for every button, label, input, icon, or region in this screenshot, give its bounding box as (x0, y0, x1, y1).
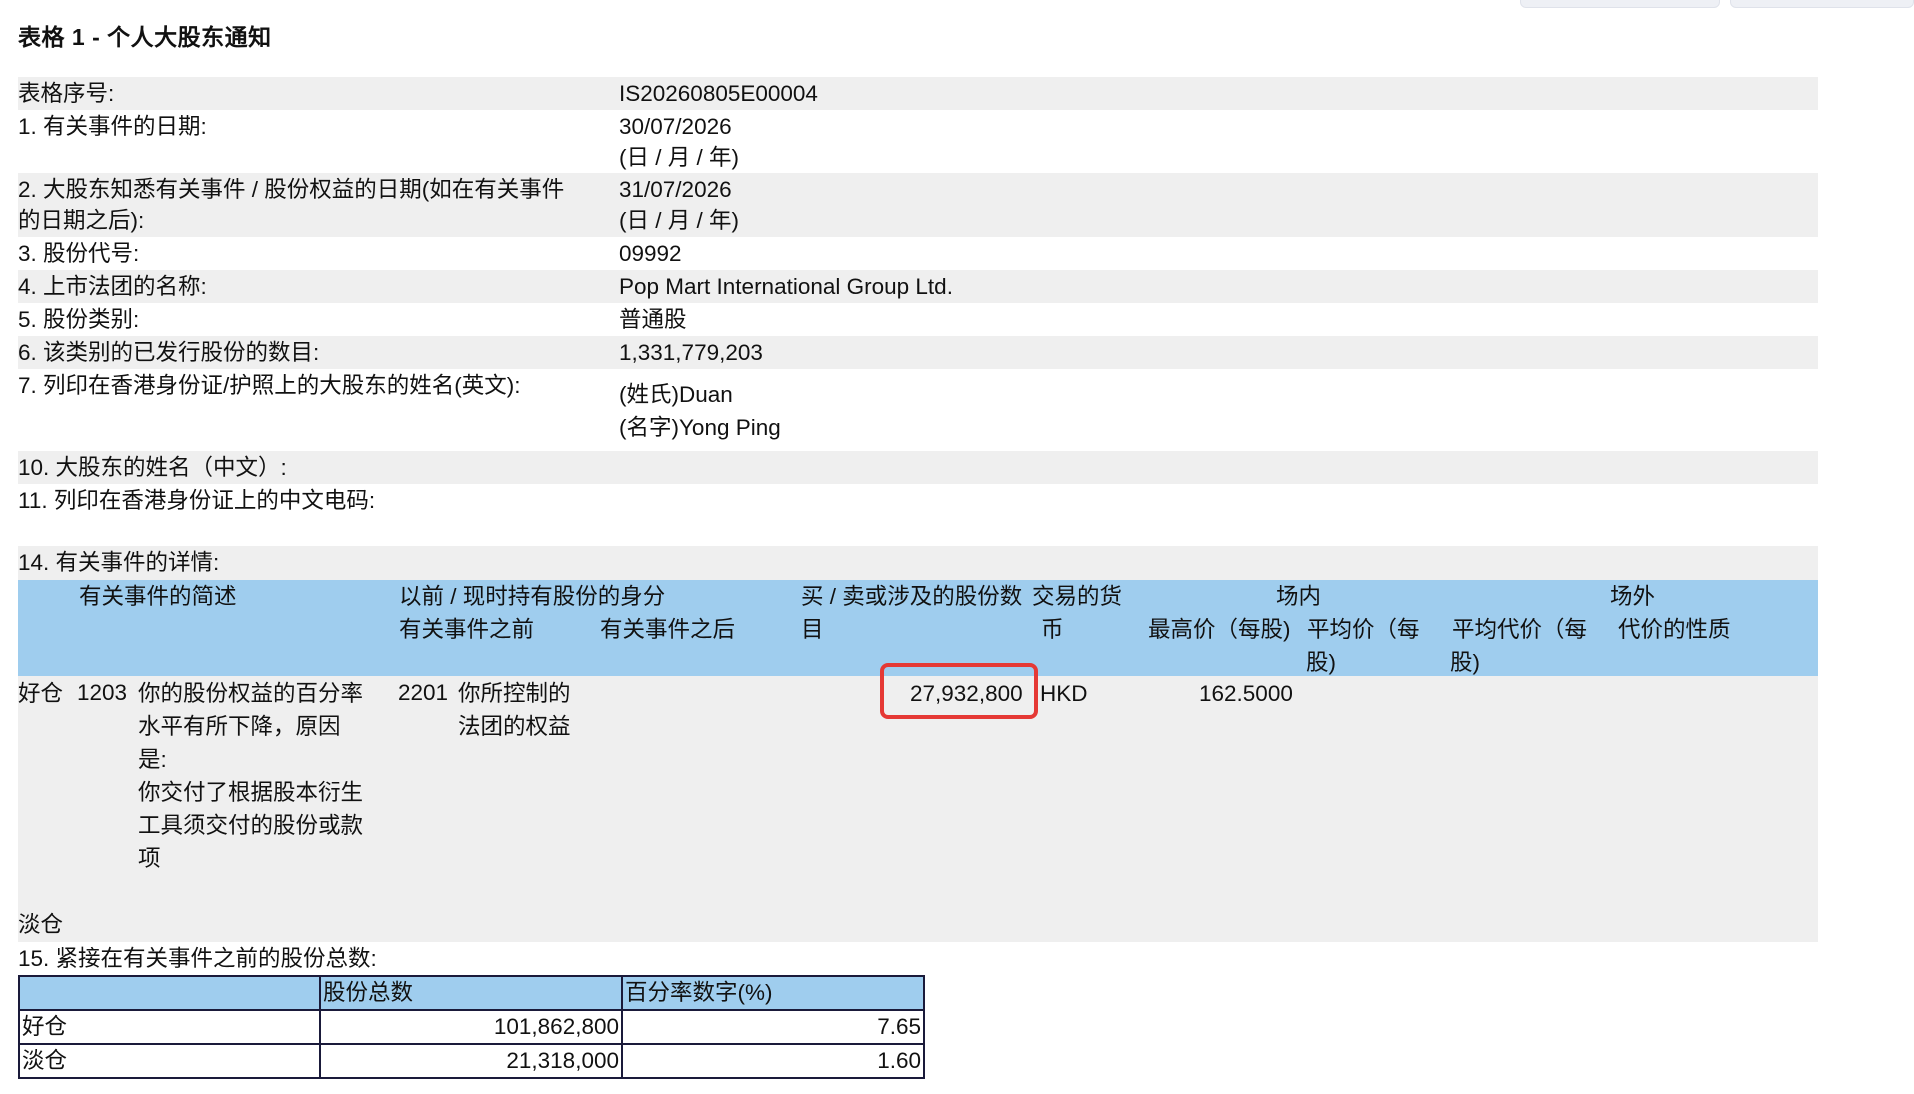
capacity-text-line: 法团的权益 (458, 714, 571, 739)
field-label: 1. 有关事件的日期: (18, 114, 207, 139)
field-value: 30/07/2026 (619, 114, 732, 139)
field-label: 表格序号: (18, 81, 115, 106)
col-average-price: 平均价（每 (1307, 617, 1420, 642)
col-currency-cont: 币 (1041, 617, 1064, 642)
date-format-hint: (日 / 月 / 年) (619, 208, 739, 233)
field-share-class: 5. 股份类别: 普通股 (18, 303, 1818, 336)
field-corp-name: 4. 上市法团的名称: Pop Mart International Group… (18, 270, 1818, 303)
col-num-shares-cont: 目 (801, 617, 824, 642)
totals-pct: 1.60 (621, 1043, 925, 1079)
col-average-consideration: 平均代价（每 (1452, 617, 1588, 642)
page: 表格 1 - 个人大股东通知 表格序号: IS20260805E00004 1.… (0, 0, 1914, 1094)
field-issued-shares: 6. 该类别的已发行股份的数目: 1,331,779,203 (18, 336, 1818, 369)
totals-header-row: 股份总数 百分率数字(%) (18, 975, 925, 1011)
field-value: 09992 (619, 241, 682, 266)
field-event-date: 1. 有关事件的日期: 30/07/2026 (日 / 月 / 年) (18, 110, 1818, 173)
page-title: 表格 1 - 个人大股东通知 (18, 24, 272, 50)
field-label: 3. 股份代号: (18, 241, 140, 266)
field-cn-code: 11. 列印在香港身份证上的中文电码: (18, 484, 1818, 544)
totals-col-pct: 百分率数字(%) (621, 975, 925, 1011)
totals-shares: 101,862,800 (319, 1009, 623, 1045)
table-row: 好仓 101,862,800 7.65 (18, 1009, 925, 1045)
field-value: Pop Mart International Group Ltd. (619, 274, 953, 299)
event-code: 1203 (77, 680, 128, 705)
given-name-value: (名字)Yong Ping (619, 415, 781, 440)
field-label-cont: 的日期之后): (18, 208, 145, 233)
field-label: 4. 上市法团的名称: (18, 274, 207, 299)
table-row: 淡仓 21,318,000 1.60 (18, 1043, 925, 1079)
totals-header-blank (18, 975, 321, 1011)
totals-col-shares: 股份总数 (319, 975, 623, 1011)
field-name-cn: 10. 大股东的姓名（中文）: (18, 451, 1818, 484)
field-value: 普通股 (619, 307, 687, 332)
col-capacity: 以前 / 现时持有股份的身分 (399, 584, 666, 609)
event-text-line: 项 (138, 846, 161, 871)
col-nature: 代价的性质 (1618, 617, 1731, 642)
field-label: 15. 紧接在有关事件之前的股份总数: (18, 946, 377, 971)
event-text-line: 你交付了根据股本衍生 (138, 780, 364, 805)
field-value: 1,331,779,203 (619, 340, 763, 365)
field-stock-code: 3. 股份代号: 09992 (18, 237, 1818, 270)
field-value: IS20260805E00004 (619, 81, 818, 106)
col-average-price-cont: 股) (1306, 650, 1336, 675)
col-before: 有关事件之前 (399, 617, 535, 642)
position-short: 淡仓 (18, 912, 64, 937)
col-after: 有关事件之后 (600, 617, 736, 642)
highest-price-value: 162.5000 (1199, 681, 1293, 706)
field-value: 31/07/2026 (619, 177, 732, 202)
event-text-line: 你的股份权益的百分率 (138, 681, 364, 706)
totals-pos: 好仓 (18, 1009, 321, 1045)
col-currency: 交易的货 (1032, 584, 1123, 609)
col-event-desc: 有关事件的简述 (79, 584, 237, 609)
field-details: 14. 有关事件的详情: (18, 546, 1818, 580)
col-on-exchange: 场内 (1276, 584, 1322, 609)
field-label: 14. 有关事件的详情: (18, 550, 220, 575)
details-header: 有关事件的简述 以前 / 现时持有股份的身分 有关事件之前 有关事件之后 买 /… (18, 580, 1818, 676)
surname-value: (姓氏)Duan (619, 382, 733, 407)
event-text-line: 工具须交付的股份或款 (138, 813, 364, 838)
field-name-en: 7. 列印在香港身份证/护照上的大股东的姓名(英文): (姓氏)Duan (名字… (18, 369, 1818, 449)
field-aware-date: 2. 大股东知悉有关事件 / 股份权益的日期(如在有关事件 的日期之后): 31… (18, 173, 1818, 237)
event-text-line: 是: (138, 747, 167, 772)
totals-pct: 7.65 (621, 1009, 925, 1045)
totals-table: 股份总数 百分率数字(%) 好仓 101,862,800 7.65 淡仓 21,… (18, 975, 925, 1079)
date-format-hint: (日 / 月 / 年) (619, 145, 739, 170)
top-tab-right[interactable] (1730, 0, 1914, 8)
field-label: 2. 大股东知悉有关事件 / 股份权益的日期(如在有关事件 (18, 177, 565, 202)
field-label: 11. 列印在香港身份证上的中文电码: (18, 488, 376, 513)
top-tab-left[interactable] (1520, 0, 1720, 8)
col-average-consideration-cont: 股) (1450, 650, 1480, 675)
col-highest-price: 最高价（每股) (1148, 617, 1291, 642)
currency-value: HKD (1040, 681, 1088, 706)
field-label: 6. 该类别的已发行股份的数目: (18, 340, 320, 365)
totals-pos: 淡仓 (18, 1043, 321, 1079)
event-text-line: 水平有所下降，原因 (138, 714, 341, 739)
totals-shares: 21,318,000 (319, 1043, 623, 1079)
col-off-exchange: 场外 (1610, 584, 1656, 609)
field-totals: 15. 紧接在有关事件之前的股份总数: (18, 942, 1818, 975)
capacity-text-line: 你所控制的 (458, 681, 571, 706)
field-form-no: 表格序号: IS20260805E00004 (18, 77, 1818, 110)
position-long: 好仓 (18, 681, 64, 706)
highlight-box (880, 663, 1038, 719)
capacity-code: 2201 (398, 680, 449, 705)
field-label: 10. 大股东的姓名（中文）: (18, 455, 287, 480)
field-label: 7. 列印在香港身份证/护照上的大股东的姓名(英文): (18, 373, 521, 398)
col-num-shares: 买 / 卖或涉及的股份数 (801, 584, 1023, 609)
field-label: 5. 股份类别: (18, 307, 140, 332)
